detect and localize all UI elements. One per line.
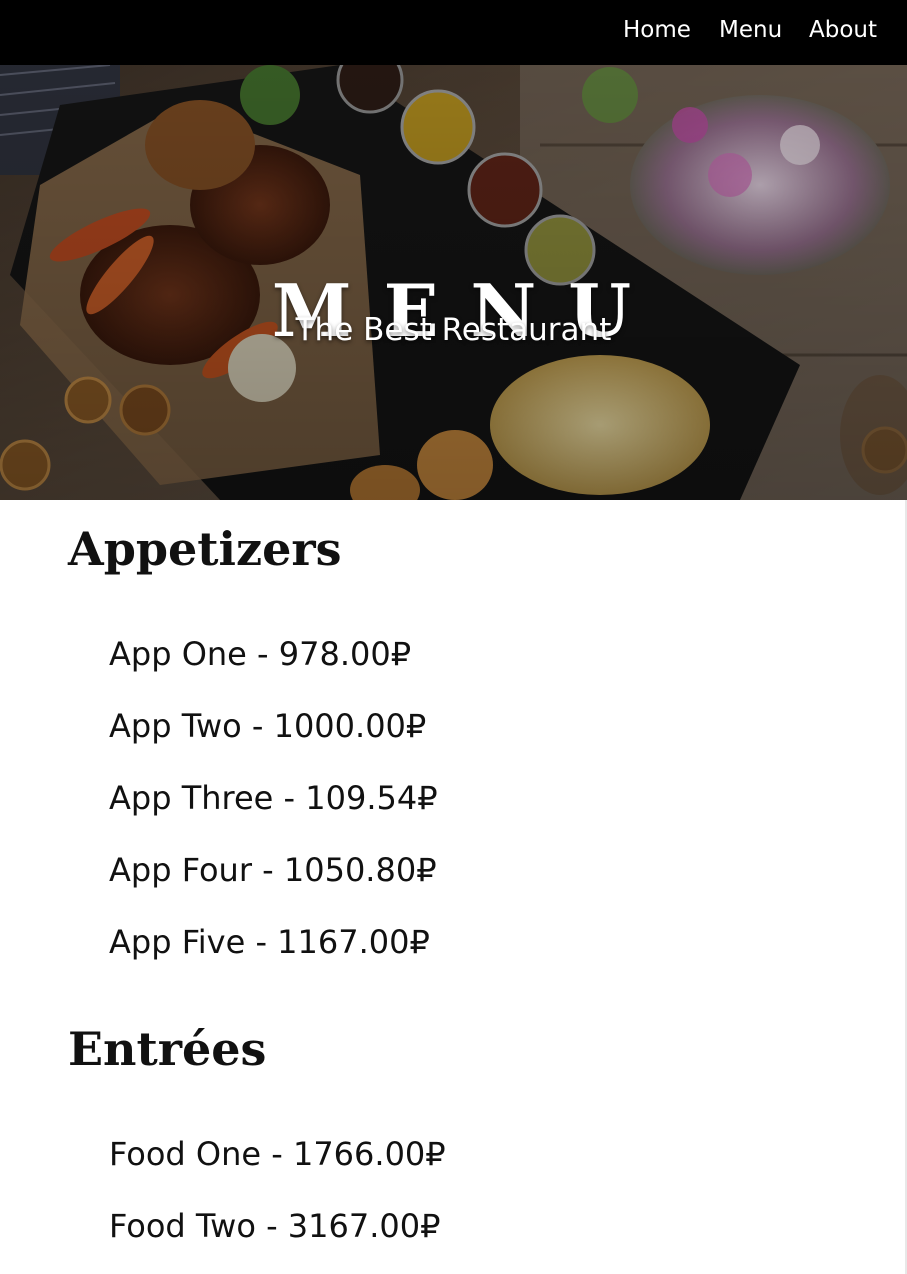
menu-item: App Five - 1167.00₽ xyxy=(109,923,430,961)
nav-link-about[interactable]: About xyxy=(809,14,877,46)
appetizers-heading: Appetizers xyxy=(68,522,342,576)
entrees-heading: Entrées xyxy=(68,1022,267,1076)
menu-item: Food Two - 3167.00₽ xyxy=(109,1207,441,1245)
menu-item: App Two - 1000.00₽ xyxy=(109,707,427,745)
menu-item: Food One - 1766.00₽ xyxy=(109,1135,446,1173)
menu-item: App Three - 109.54₽ xyxy=(109,779,438,817)
nav-link-home[interactable]: Home xyxy=(623,14,691,46)
menu-item: App Four - 1050.80₽ xyxy=(109,851,437,889)
top-navigation-bar: Home Menu About xyxy=(0,0,907,65)
nav-link-menu[interactable]: Menu xyxy=(719,14,782,46)
hero-banner: MENU The Best Restaurant xyxy=(0,65,907,500)
menu-item: App One - 978.00₽ xyxy=(109,635,412,673)
hero-subtitle: The Best Restaurant xyxy=(295,312,612,348)
